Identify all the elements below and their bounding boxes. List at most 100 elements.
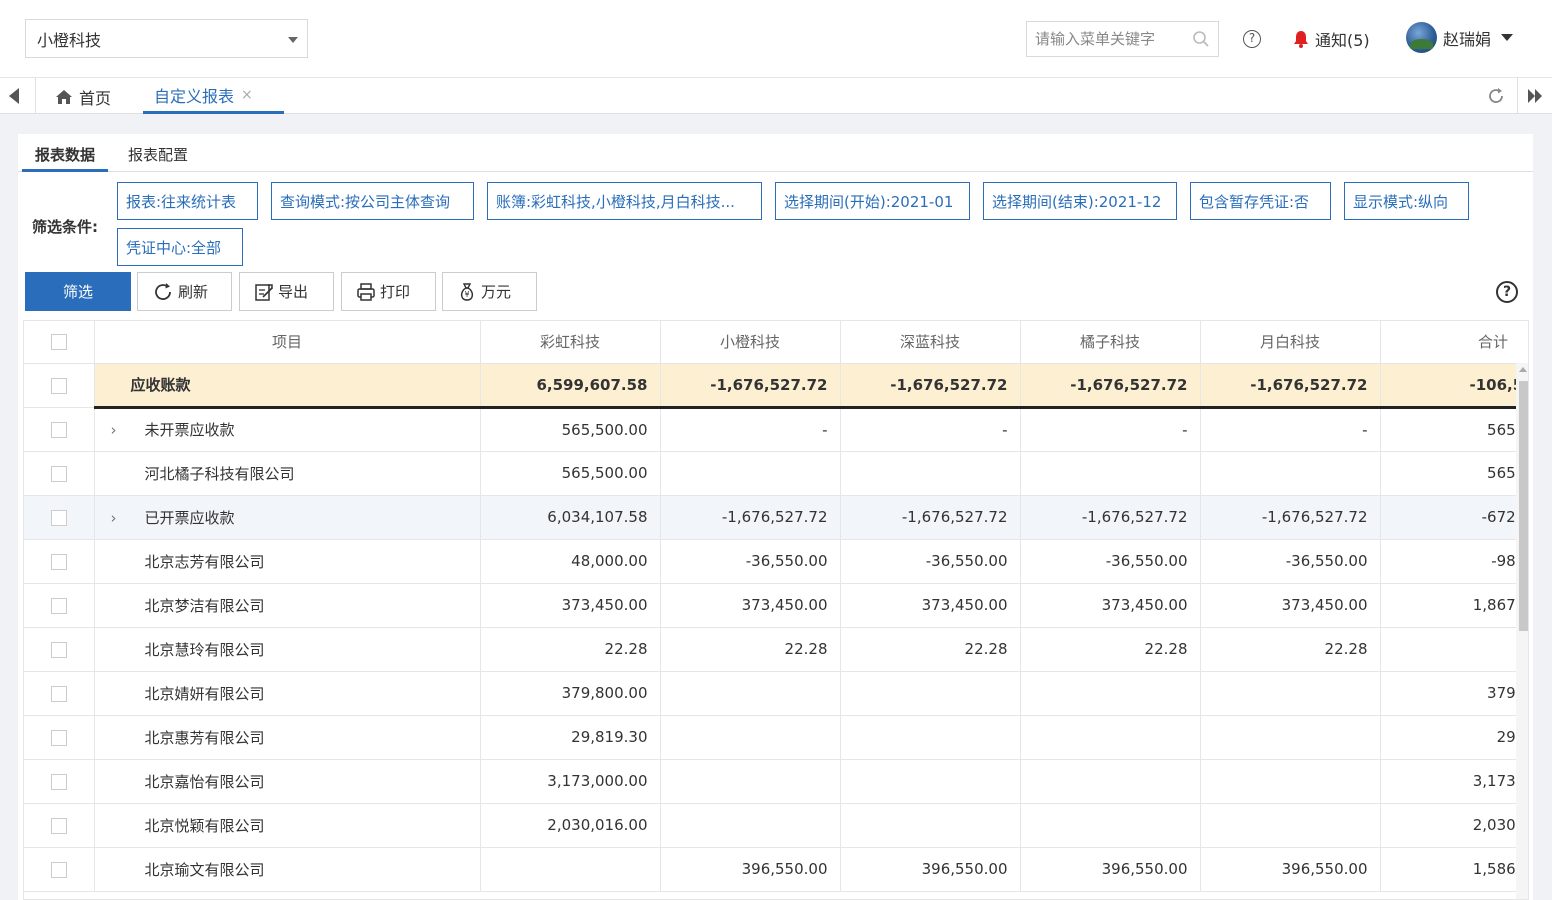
- search-icon[interactable]: [1192, 30, 1210, 48]
- company-select[interactable]: 小橙科技: [25, 19, 308, 58]
- table-row[interactable]: 河北橘子科技有限公司 565,500.00 565,5: [24, 451, 1528, 496]
- expand-chevron-icon[interactable]: ›: [111, 421, 145, 439]
- value-cell: 22.28: [479, 627, 660, 672]
- row-checkbox[interactable]: [50, 377, 67, 394]
- filter-chip-temp-voucher[interactable]: 包含暂存凭证:否: [1190, 182, 1331, 220]
- refresh-icon[interactable]: [1486, 86, 1506, 106]
- value-cell: -36,550.00: [1019, 539, 1200, 584]
- column-header[interactable]: 项目: [93, 321, 480, 364]
- filter-chip-period-end[interactable]: 选择期间(结束):2021-12: [983, 182, 1177, 220]
- column-header[interactable]: 橘子科技: [1019, 321, 1200, 364]
- refresh-button[interactable]: 刷新: [137, 272, 232, 311]
- table-row[interactable]: 北京悦颖有限公司 2,030,016.00 2,030,0: [24, 803, 1528, 848]
- value-cell: [1199, 803, 1380, 848]
- filter-chip-display-mode[interactable]: 显示模式:纵向: [1344, 182, 1469, 220]
- row-checkbox[interactable]: [50, 861, 67, 878]
- row-checkbox[interactable]: [50, 773, 67, 790]
- menu-search-box[interactable]: [1026, 21, 1219, 57]
- tab-report-data[interactable]: 报表数据: [22, 144, 108, 172]
- value-cell: -1,676,527.72: [1019, 495, 1200, 540]
- table-row[interactable]: 北京惠芳有限公司 29,819.30 29,8: [24, 715, 1528, 760]
- select-all-checkbox[interactable]: [50, 334, 67, 351]
- avatar: [1406, 22, 1437, 53]
- column-header[interactable]: 深蓝科技: [839, 321, 1020, 364]
- divider: [1517, 78, 1518, 114]
- filter-chip-voucher-center[interactable]: 凭证中心:全部: [117, 228, 243, 266]
- value-cell: [659, 715, 840, 760]
- row-select-cell: [24, 539, 94, 584]
- item-name-cell: 北京志芳有限公司: [93, 539, 480, 584]
- print-button[interactable]: 打印: [341, 272, 436, 311]
- company-select-value: 小橙科技: [37, 30, 102, 50]
- value-cell: -36,550.00: [1199, 539, 1380, 584]
- select-all-cell: [24, 321, 94, 364]
- row-checkbox[interactable]: [50, 597, 67, 614]
- column-header[interactable]: 小橙科技: [659, 321, 840, 364]
- close-icon[interactable]: ×: [241, 87, 253, 103]
- value-cell: [1019, 715, 1200, 760]
- scroll-up-icon[interactable]: [1519, 367, 1527, 372]
- table-row[interactable]: › 已开票应收款 6,034,107.58 -1,676,527.72 -1,676,5…: [24, 495, 1528, 540]
- row-checkbox[interactable]: [50, 465, 67, 482]
- value-cell: 22.28: [659, 627, 840, 672]
- filter-chip-period-start[interactable]: 选择期间(开始):2021-01: [775, 182, 970, 220]
- tab-report-config[interactable]: 报表配置: [128, 144, 188, 165]
- tab-home[interactable]: 首页: [55, 85, 111, 109]
- row-checkbox[interactable]: [50, 641, 67, 658]
- filter-chip-ledger[interactable]: 账簿:彩虹科技,小橙科技,月白科技...: [487, 182, 762, 220]
- notification-button[interactable]: 通知(5): [1293, 27, 1370, 51]
- scroll-right-icon[interactable]: [1528, 89, 1542, 103]
- tab-report-label: 自定义报表: [154, 86, 235, 106]
- column-header[interactable]: 彩虹科技: [479, 321, 660, 364]
- export-label: 导出: [278, 283, 309, 301]
- column-header[interactable]: 合计: [1379, 321, 1528, 364]
- table-row[interactable]: 北京婧妍有限公司 379,800.00 379,8: [24, 671, 1528, 716]
- row-select-cell: [24, 583, 94, 628]
- item-name-cell: 北京婧妍有限公司: [93, 671, 480, 716]
- row-checkbox[interactable]: [50, 817, 67, 834]
- table-row[interactable]: 北京慧玲有限公司22.2822.2822.2822.2822.281: [24, 627, 1528, 672]
- table-row[interactable]: 应收账款 6,599,607.58 -1,676,527.72 -1,676,527.…: [24, 363, 1528, 409]
- scroll-left-icon[interactable]: [9, 88, 19, 104]
- user-menu[interactable]: 赵瑞娟: [1406, 22, 1514, 53]
- value-cell: -1,676,527.72: [659, 495, 840, 540]
- row-checkbox[interactable]: [50, 685, 67, 702]
- unit-button[interactable]: ¥ 万元: [442, 272, 537, 311]
- scrollbar-thumb[interactable]: [1519, 381, 1528, 631]
- value-cell: [839, 759, 1020, 804]
- row-checkbox[interactable]: [50, 421, 67, 438]
- item-name-cell: 北京悦颖有限公司: [93, 803, 480, 848]
- value-cell: [1019, 759, 1200, 804]
- notification-label: 通知(5): [1315, 31, 1370, 50]
- report-panel: 报表数据 报表配置 筛选条件: 报表:往来统计表 查询模式:按公司主体查询 账簿…: [18, 134, 1533, 900]
- value-cell: 379,800.00: [479, 671, 660, 716]
- row-checkbox[interactable]: [50, 729, 67, 746]
- column-header[interactable]: 月白科技: [1199, 321, 1380, 364]
- help-icon[interactable]: ?: [1496, 281, 1518, 303]
- user-name: 赵瑞娟: [1443, 29, 1492, 49]
- export-button[interactable]: 导出: [239, 272, 334, 311]
- value-cell: [839, 671, 1020, 716]
- help-icon[interactable]: ?: [1243, 30, 1261, 48]
- table-row[interactable]: 北京梦洁有限公司 373,450.00 373,450.00 373,450.00 37…: [24, 583, 1528, 628]
- table-row[interactable]: 北京志芳有限公司 48,000.00 -36,550.00 -36,550.00 -36…: [24, 539, 1528, 584]
- item-name: 应收账款: [130, 376, 191, 394]
- item-name: 北京悦颖有限公司: [144, 816, 265, 835]
- value-cell: [659, 759, 840, 804]
- filter-button[interactable]: 筛选: [25, 272, 131, 311]
- value-cell: -1,676,527.72: [839, 495, 1020, 540]
- filter-chip-query-mode[interactable]: 查询模式:按公司主体查询: [271, 182, 474, 220]
- filter-chip-report[interactable]: 报表:往来统计表: [117, 182, 258, 220]
- table-row[interactable]: › 未开票应收款 565,500.00- - - -565,5: [24, 407, 1528, 452]
- row-checkbox[interactable]: [50, 553, 67, 570]
- value-cell: 48,000.00: [479, 539, 660, 584]
- vertical-scrollbar[interactable]: [1516, 363, 1528, 899]
- item-name-cell: 北京惠芳有限公司: [93, 715, 480, 760]
- table-row[interactable]: 北京瑜文有限公司 396,550.00 396,550.00 396,550.00 39…: [24, 847, 1528, 892]
- expand-chevron-icon[interactable]: ›: [111, 509, 145, 527]
- menu-search-input[interactable]: [1035, 30, 1185, 48]
- row-checkbox[interactable]: [50, 509, 67, 526]
- tab-custom-report[interactable]: 自定义报表 ×: [143, 78, 284, 114]
- unit-label: 万元: [481, 283, 512, 301]
- table-row[interactable]: 北京嘉怡有限公司 3,173,000.00 3,173,0: [24, 759, 1528, 804]
